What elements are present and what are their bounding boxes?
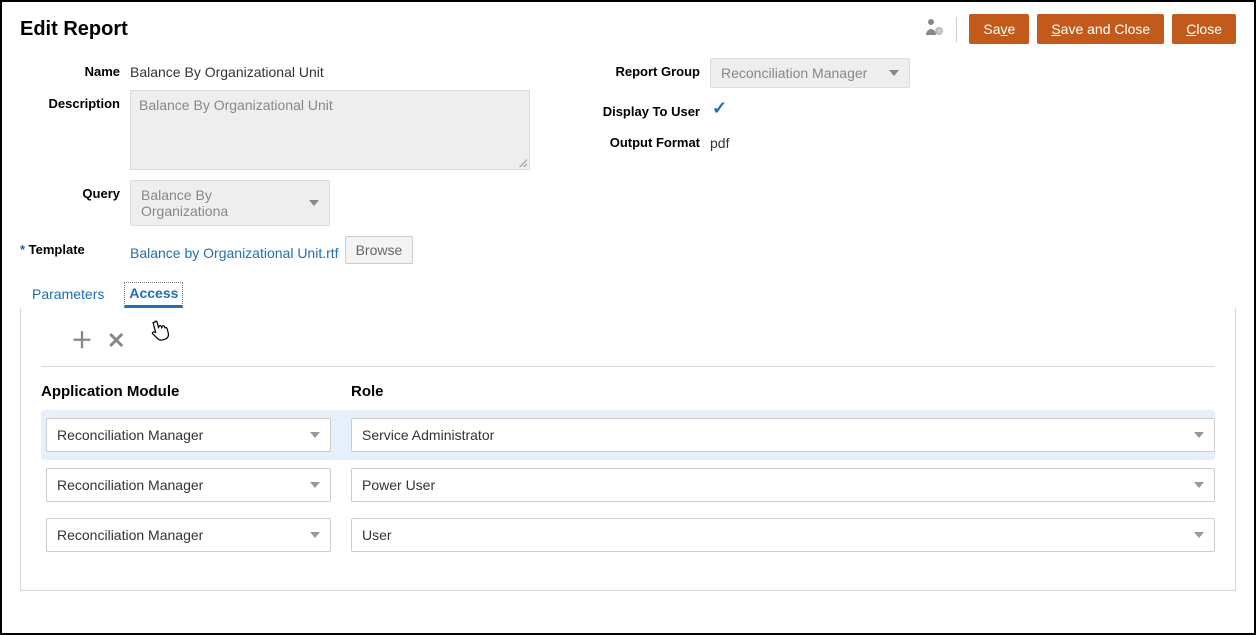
description-label: Description	[20, 90, 130, 111]
report-group-select[interactable]: Reconciliation Manager	[710, 58, 910, 88]
chevron-down-icon	[310, 482, 320, 488]
chevron-down-icon	[1194, 482, 1204, 488]
name-label: Name	[20, 58, 130, 79]
query-label: Query	[20, 180, 130, 201]
output-format-label: Output Format	[580, 129, 710, 150]
report-group-label: Report Group	[580, 58, 710, 79]
save-button[interactable]: Save	[969, 14, 1029, 44]
role-select[interactable]: Power User	[351, 468, 1215, 502]
role-select[interactable]: User	[351, 518, 1215, 552]
role-value: Service Administrator	[362, 427, 494, 443]
query-select[interactable]: Balance By Organizationa	[130, 180, 330, 226]
page-title: Edit Report	[20, 18, 128, 41]
chevron-down-icon	[310, 532, 320, 538]
chevron-down-icon	[1194, 432, 1204, 438]
module-select[interactable]: Reconciliation Manager	[46, 468, 331, 502]
tab-access[interactable]: Access	[124, 282, 183, 308]
table-row[interactable]: Reconciliation Manager Power User	[41, 460, 1215, 510]
module-select[interactable]: Reconciliation Manager	[46, 418, 331, 452]
chevron-down-icon	[1194, 532, 1204, 538]
save-and-close-button[interactable]: Save and Close	[1037, 14, 1164, 44]
delete-icon[interactable]: ✕	[107, 330, 125, 352]
report-group-value: Reconciliation Manager	[721, 65, 867, 81]
close-button[interactable]: Close	[1172, 14, 1236, 44]
display-to-user-label: Display To User	[580, 98, 710, 119]
name-value: Balance By Organizational Unit	[130, 58, 324, 80]
template-link[interactable]: Balance by Organizational Unit.rtf	[130, 239, 339, 261]
display-to-user-check-icon[interactable]: ✓	[710, 98, 727, 119]
role-select[interactable]: Service Administrator	[351, 418, 1215, 452]
description-field[interactable]: Balance By Organizational Unit	[130, 90, 530, 170]
column-header-module: Application Module	[41, 383, 341, 400]
module-value: Reconciliation Manager	[57, 527, 203, 543]
chevron-down-icon	[309, 200, 319, 206]
tab-parameters[interactable]: Parameters	[30, 282, 106, 308]
module-value: Reconciliation Manager	[57, 477, 203, 493]
browse-button[interactable]: Browse	[345, 236, 414, 264]
module-select[interactable]: Reconciliation Manager	[46, 518, 331, 552]
module-value: Reconciliation Manager	[57, 427, 203, 443]
chevron-down-icon	[889, 70, 899, 76]
chevron-down-icon	[310, 432, 320, 438]
output-format-value: pdf	[710, 129, 729, 151]
add-icon[interactable]: ＋	[71, 330, 93, 352]
table-row[interactable]: Reconciliation Manager Service Administr…	[41, 410, 1215, 460]
template-label: Template	[20, 236, 130, 257]
role-value: Power User	[362, 477, 435, 493]
access-panel: ＋ ✕ Application Module Role Reconciliati…	[20, 308, 1236, 591]
query-value: Balance By Organizationa	[141, 187, 301, 219]
user-help-icon[interactable]: ?	[924, 17, 957, 42]
table-row[interactable]: Reconciliation Manager User	[41, 510, 1215, 560]
role-value: User	[362, 527, 392, 543]
column-header-role: Role	[341, 383, 1215, 400]
